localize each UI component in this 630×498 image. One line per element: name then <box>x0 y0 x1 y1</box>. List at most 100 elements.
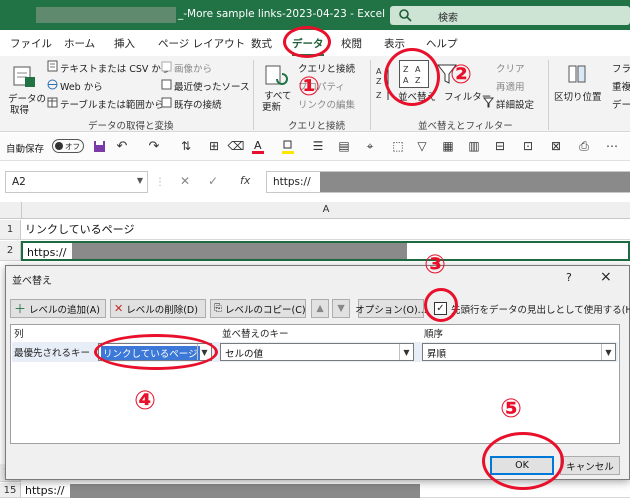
flash-fill-button[interactable]: フラッシュ <box>612 61 630 75</box>
tab-page-layout[interactable]: ページ レイアウト <box>158 36 245 51</box>
text-to-columns-button[interactable]: 区切り位置 <box>554 89 602 103</box>
format-painter-icon[interactable]: ⌖ <box>362 138 378 154</box>
name-box-value: A2 <box>12 176 26 188</box>
svg-text:Z: Z <box>376 77 382 86</box>
filter-quick-icon[interactable]: ▽ <box>414 138 430 154</box>
more-icon[interactable]: ⋯ <box>604 138 620 154</box>
row-header[interactable]: 15 <box>0 483 21 498</box>
title-redacted <box>36 7 176 23</box>
align-icon[interactable]: ☰ <box>310 138 326 154</box>
cell-a1[interactable]: リンクしているページ <box>21 220 630 240</box>
refresh-icon[interactable] <box>262 62 290 90</box>
ribbon-separator <box>548 60 549 130</box>
autosave-toggle[interactable]: オフ <box>52 139 84 153</box>
from-text-csv-button[interactable]: テキストまたは CSV から <box>60 61 170 75</box>
annotation-circle-checkbox <box>424 288 458 322</box>
freeze-icon[interactable]: ⊡ <box>520 138 536 154</box>
select-icon[interactable]: ⬚ <box>390 138 406 154</box>
tab-help[interactable]: ヘルプ <box>426 36 458 51</box>
grid-icon[interactable]: ⊟ <box>492 138 508 154</box>
copy-icon: ⎘ <box>214 303 222 314</box>
data-validation-button[interactable]: データ <box>612 97 630 111</box>
cancel-button[interactable]: キャンセル <box>560 456 620 475</box>
move-up-button[interactable]: ▲ <box>311 299 329 318</box>
cancel-icon[interactable]: ✕ <box>180 174 190 188</box>
enter-icon[interactable]: ✓ <box>208 174 218 188</box>
clear-format-icon[interactable]: ⌫ <box>228 138 245 154</box>
more-options-icon[interactable]: ⋮ <box>155 176 165 188</box>
table-quick-icon[interactable]: ▦ <box>440 138 456 154</box>
border-icon[interactable]: ⊞ <box>206 138 222 154</box>
help-button[interactable]: ? <box>566 271 572 284</box>
tab-review[interactable]: 校閲 <box>341 36 362 51</box>
cell-redacted <box>70 484 420 498</box>
advanced-button[interactable]: 詳細設定 <box>496 97 534 111</box>
row-header[interactable]: 1 <box>0 220 21 240</box>
search-box[interactable] <box>390 6 630 25</box>
tab-home[interactable]: ホーム <box>64 36 95 51</box>
reapply-button[interactable]: 再適用 <box>496 79 525 93</box>
refresh-all-label2[interactable]: 更新 <box>262 99 281 113</box>
name-box[interactable]: A2 ▼ <box>5 171 148 193</box>
camera-icon[interactable]: ⊠ <box>548 138 564 154</box>
svg-text:A: A <box>376 67 382 76</box>
chart-icon[interactable]: ▥ <box>466 138 482 154</box>
svg-text:Z: Z <box>376 91 382 100</box>
web-icon <box>46 78 58 90</box>
add-level-label: レベルの追加(A) <box>29 304 100 316</box>
chevron-down-icon: ▼ <box>601 344 615 360</box>
close-button[interactable]: × <box>600 269 612 285</box>
column-header-order: 順序 <box>424 329 444 340</box>
chevron-down-icon: ▼ <box>337 303 345 314</box>
formula-controls: ✕ ✓ fx <box>170 171 265 193</box>
add-level-button[interactable]: ＋ レベルの追加(A) <box>10 299 106 318</box>
move-down-button[interactable]: ▼ <box>332 299 350 318</box>
clear-button[interactable]: クリア <box>496 61 525 75</box>
text-to-columns-icon[interactable] <box>566 62 588 86</box>
annotation-number-2: ② <box>450 60 473 90</box>
sort-level-label: 最優先されるキー <box>14 348 91 359</box>
tab-file[interactable]: ファイル <box>10 36 52 51</box>
delete-level-label: レベルの削除(D) <box>126 304 198 316</box>
existing-connections-button[interactable]: 既存の接続 <box>174 97 222 111</box>
plus-icon: ＋ <box>14 302 27 316</box>
insert-function-icon[interactable]: fx <box>240 174 250 187</box>
header-checkbox-label: 先頭行をデータの見出しとして使用する(H) <box>451 305 630 316</box>
print-icon[interactable]: ⎙ <box>576 138 592 154</box>
recent-sources-icon <box>160 78 172 90</box>
sort-quick-icon[interactable]: ⇅ <box>178 138 194 154</box>
toggle-knob <box>55 142 63 150</box>
remove-duplicates-button[interactable]: 重複 <box>612 79 630 93</box>
from-image-button[interactable]: 画像から <box>174 61 212 75</box>
tab-insert[interactable]: 挿入 <box>114 36 135 51</box>
recent-sources-button[interactable]: 最近使ったソース <box>174 79 250 93</box>
redo-icon[interactable]: ↷ <box>146 138 162 154</box>
sort-order-value: 昇順 <box>427 349 447 360</box>
row-header[interactable]: 2 <box>0 241 21 261</box>
save-icon[interactable] <box>92 139 106 153</box>
group-queries-label: クエリと接続 <box>288 121 346 132</box>
tab-formulas[interactable]: 数式 <box>251 36 272 51</box>
options-button[interactable]: オプション(O)... <box>355 299 427 318</box>
column-header-a[interactable]: A <box>21 202 630 219</box>
sort-order-dropdown[interactable]: 昇順 ▼ <box>422 343 616 361</box>
copy-level-button[interactable]: ⎘ レベルのコピー(C) <box>210 299 306 318</box>
fill-color-icon[interactable] <box>280 137 296 155</box>
paste-values-icon[interactable]: ▤ <box>336 138 352 154</box>
font-color-icon[interactable]: A <box>250 137 266 155</box>
get-data-label2[interactable]: 取得 <box>10 102 29 116</box>
dialog-title: 並べ替え <box>12 276 52 287</box>
advanced-filter-icon <box>482 96 494 108</box>
delete-level-button[interactable]: ✕ レベルの削除(D) <box>110 299 206 318</box>
sort-key-dropdown[interactable]: セルの値 ▼ <box>220 343 414 361</box>
from-web-button[interactable]: Web から <box>60 79 103 93</box>
group-sort-filter-label: 並べ替えとフィルター <box>418 121 513 132</box>
chevron-down-icon[interactable]: ▼ <box>137 176 143 185</box>
delete-icon: ✕ <box>114 302 124 315</box>
get-data-icon[interactable] <box>10 62 38 90</box>
undo-icon[interactable]: ↶ <box>114 138 130 154</box>
table-icon <box>46 96 58 108</box>
from-table-button[interactable]: テーブルまたは範囲から <box>60 97 164 111</box>
annotation-number-3: ③ <box>424 250 447 280</box>
image-icon <box>160 60 172 72</box>
